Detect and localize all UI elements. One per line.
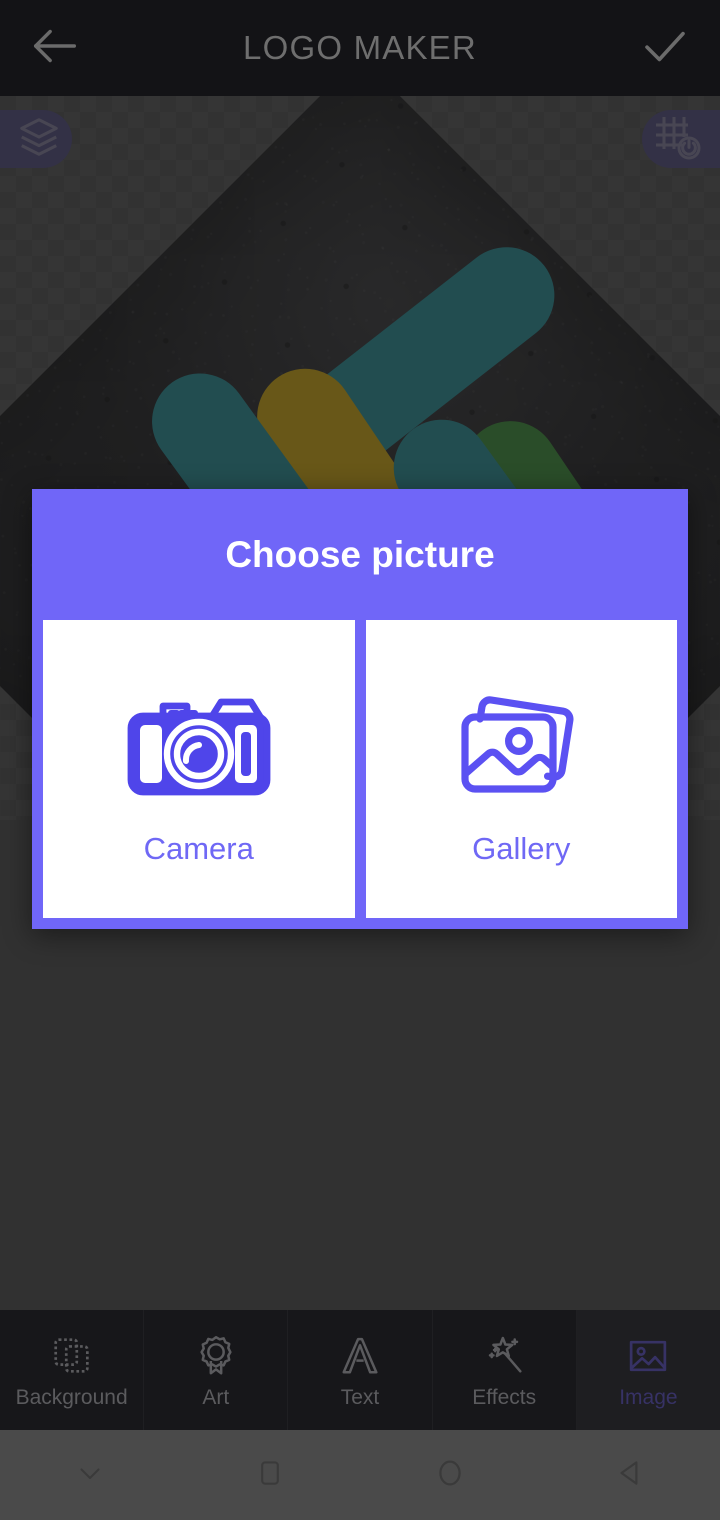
chevron-down-icon xyxy=(73,1456,107,1495)
app-screen: LOGO MAKER Choose picture Camera Gallery… xyxy=(0,0,720,1520)
done-button[interactable] xyxy=(610,0,720,96)
hide-keyboard-button[interactable] xyxy=(0,1456,180,1495)
background-icon xyxy=(49,1330,95,1382)
tab-text-label: Text xyxy=(340,1386,380,1409)
gallery-option-button[interactable]: Gallery xyxy=(365,620,677,918)
home-button[interactable] xyxy=(360,1455,540,1496)
tab-art[interactable]: Art xyxy=(144,1310,289,1430)
triangle-back-icon xyxy=(613,1456,647,1495)
choose-picture-dialog: Choose picture Camera Gallery xyxy=(32,489,688,929)
back-button[interactable] xyxy=(0,0,110,96)
tab-effects[interactable]: Effects xyxy=(433,1310,577,1430)
camera-option-button[interactable]: Camera xyxy=(43,620,355,918)
art-badge-icon xyxy=(193,1330,239,1382)
gallery-icon xyxy=(434,671,609,821)
square-recents-icon xyxy=(253,1456,287,1495)
tab-background-label: Background xyxy=(15,1386,128,1409)
dialog-title: Choose picture xyxy=(225,533,495,575)
effects-wand-icon xyxy=(481,1330,527,1382)
system-navbar xyxy=(0,1430,720,1520)
text-a-icon xyxy=(337,1330,383,1382)
tab-art-label: Art xyxy=(202,1386,230,1409)
back-nav-button[interactable] xyxy=(540,1456,720,1495)
arrow-left-icon xyxy=(26,17,84,80)
tool-tabbar: Background Art Text Effects Image xyxy=(0,1310,720,1430)
tab-background[interactable]: Background xyxy=(0,1310,145,1430)
tab-text[interactable]: Text xyxy=(288,1310,433,1430)
image-icon xyxy=(625,1330,671,1382)
circle-home-icon xyxy=(432,1455,468,1496)
check-icon xyxy=(638,19,692,78)
app-bar: LOGO MAKER xyxy=(0,0,720,96)
tab-image-label: Image xyxy=(619,1386,678,1409)
camera-option-label: Camera xyxy=(143,831,254,866)
dialog-options: Camera Gallery xyxy=(32,620,688,929)
camera-icon xyxy=(111,671,286,821)
page-title: LOGO MAKER xyxy=(243,29,477,66)
gallery-option-label: Gallery xyxy=(472,831,571,866)
tab-effects-label: Effects xyxy=(472,1386,537,1409)
tab-image[interactable]: Image xyxy=(576,1310,720,1430)
recents-button[interactable] xyxy=(180,1456,360,1495)
